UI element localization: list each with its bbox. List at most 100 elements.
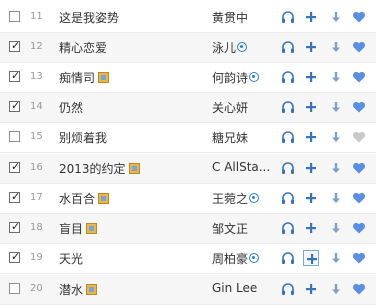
song-row[interactable]: ✓ 19 天光 周柏豪 xyxy=(0,244,376,274)
song-checkbox[interactable]: ✓ xyxy=(9,39,20,52)
artist-name[interactable]: 关心妍 xyxy=(212,99,278,116)
song-checkbox[interactable]: ✓ xyxy=(9,99,20,112)
music-tag-icon xyxy=(128,163,140,174)
song-title-text: 2013的约定 xyxy=(59,162,126,176)
song-title[interactable]: 水百合 xyxy=(59,190,110,207)
heart-icon[interactable] xyxy=(351,39,367,55)
song-title-text: 天光 xyxy=(59,252,84,266)
headphones-icon[interactable] xyxy=(280,99,296,115)
song-row[interactable]: 11 这是我姿势 黄贯中 xyxy=(0,3,376,33)
download-arrow-icon[interactable] xyxy=(328,99,344,115)
song-title[interactable]: 别烦着我 xyxy=(59,129,107,146)
track-number: 11 xyxy=(30,11,43,22)
song-title[interactable]: 2013的约定 xyxy=(59,160,140,177)
song-checkbox[interactable]: ✓ xyxy=(9,160,21,173)
song-checkbox[interactable] xyxy=(9,131,20,142)
heart-icon[interactable] xyxy=(351,190,367,206)
song-checkbox[interactable]: ✓ xyxy=(9,220,20,233)
plus-icon[interactable] xyxy=(303,69,319,85)
headphones-icon[interactable] xyxy=(280,69,296,85)
row-divider xyxy=(0,152,376,153)
track-number: 12 xyxy=(30,41,43,52)
headphones-icon[interactable] xyxy=(280,160,296,176)
song-row[interactable]: ✓ 16 2013的约定 C AllSta... xyxy=(0,154,376,184)
artist-name[interactable]: C AllSta... xyxy=(212,160,278,174)
heart-icon[interactable] xyxy=(351,129,367,145)
heart-icon[interactable] xyxy=(351,250,367,266)
download-arrow-icon[interactable] xyxy=(328,129,344,145)
download-arrow-icon[interactable] xyxy=(328,190,344,206)
row-divider xyxy=(0,273,376,274)
track-number: 20 xyxy=(30,283,43,294)
checkmark-icon: ✓ xyxy=(11,190,21,203)
artist-name[interactable]: 泳儿 xyxy=(212,39,278,56)
plus-icon[interactable] xyxy=(303,220,319,236)
song-checkbox[interactable] xyxy=(9,11,20,22)
plus-icon[interactable] xyxy=(303,160,319,176)
checkmark-icon: ✓ xyxy=(11,160,21,173)
song-title[interactable]: 痴情司 xyxy=(59,69,110,86)
song-checkbox[interactable] xyxy=(9,283,20,294)
headphones-icon[interactable] xyxy=(280,9,296,25)
track-number: 15 xyxy=(30,131,43,142)
plus-icon[interactable] xyxy=(303,129,319,145)
song-title-text: 痴情司 xyxy=(59,71,96,85)
heart-icon[interactable] xyxy=(351,99,367,115)
headphones-icon[interactable] xyxy=(280,220,296,236)
song-title[interactable]: 潜水 xyxy=(59,281,98,298)
song-checkbox[interactable]: ✓ xyxy=(9,190,21,203)
heart-icon[interactable] xyxy=(351,69,367,85)
song-row[interactable]: ✓ 17 水百合 王菀之 xyxy=(0,184,376,214)
artist-name[interactable]: 王菀之 xyxy=(212,190,278,207)
heart-icon[interactable] xyxy=(351,160,367,176)
headphones-icon[interactable] xyxy=(280,281,296,297)
download-arrow-icon[interactable] xyxy=(328,160,344,176)
artist-name[interactable]: 周柏豪 xyxy=(212,250,278,267)
artist-name[interactable]: Gin Lee xyxy=(212,281,278,295)
plus-icon[interactable] xyxy=(303,39,319,55)
artist-name[interactable]: 黄贯中 xyxy=(212,9,278,26)
headphones-icon[interactable] xyxy=(280,190,296,206)
headphones-icon[interactable] xyxy=(280,250,296,266)
artist-name-text: 王菀之 xyxy=(212,192,249,206)
headphones-icon[interactable] xyxy=(280,129,296,145)
artist-name[interactable]: 何韵诗 xyxy=(212,69,278,86)
song-row[interactable]: ✓ 14 仍然 关心妍 xyxy=(0,93,376,123)
heart-icon[interactable] xyxy=(351,281,367,297)
plus-icon[interactable] xyxy=(303,281,319,297)
artist-badge-icon xyxy=(249,253,260,263)
headphones-icon[interactable] xyxy=(280,39,296,55)
song-title[interactable]: 天光 xyxy=(59,250,83,267)
song-row[interactable]: ✓ 12 精心恋爱 泳儿 xyxy=(0,33,376,63)
plus-icon[interactable] xyxy=(303,190,319,206)
download-arrow-icon[interactable] xyxy=(328,220,344,236)
song-checkbox[interactable]: ✓ xyxy=(9,250,21,263)
song-title[interactable]: 仍然 xyxy=(59,99,83,116)
heart-icon[interactable] xyxy=(351,220,367,236)
artist-name-text: 泳儿 xyxy=(212,41,237,55)
track-number: 17 xyxy=(30,192,43,203)
song-row[interactable]: ✓ 13 痴情司 何韵诗 xyxy=(0,63,376,93)
song-checkbox[interactable]: ✓ xyxy=(9,69,20,82)
artist-name-text: 黄贯中 xyxy=(212,11,249,25)
song-row[interactable]: ✓ 18 盲目 邹文正 xyxy=(0,214,376,244)
download-arrow-icon[interactable] xyxy=(328,39,344,55)
heart-icon[interactable] xyxy=(351,9,367,25)
download-arrow-icon[interactable] xyxy=(328,9,344,25)
track-number: 18 xyxy=(30,222,43,233)
song-row[interactable]: 20 潜水 Gin Lee xyxy=(0,275,376,305)
artist-name[interactable]: 糖兄妹 xyxy=(212,129,278,146)
download-arrow-icon[interactable] xyxy=(328,281,344,297)
plus-icon[interactable] xyxy=(303,99,319,115)
song-title[interactable]: 这是我姿势 xyxy=(59,9,119,26)
download-arrow-icon[interactable] xyxy=(328,69,344,85)
plus-icon[interactable] xyxy=(303,9,319,25)
artist-name[interactable]: 邹文正 xyxy=(212,220,278,237)
plus-icon[interactable] xyxy=(303,250,319,266)
checkmark-icon: ✓ xyxy=(11,250,21,263)
song-title[interactable]: 盲目 xyxy=(59,220,98,237)
song-title[interactable]: 精心恋爱 xyxy=(59,39,107,56)
song-row[interactable]: 15 别烦着我 糖兄妹 xyxy=(0,123,376,153)
song-title-text: 精心恋爱 xyxy=(59,41,108,55)
download-arrow-icon[interactable] xyxy=(328,250,344,266)
